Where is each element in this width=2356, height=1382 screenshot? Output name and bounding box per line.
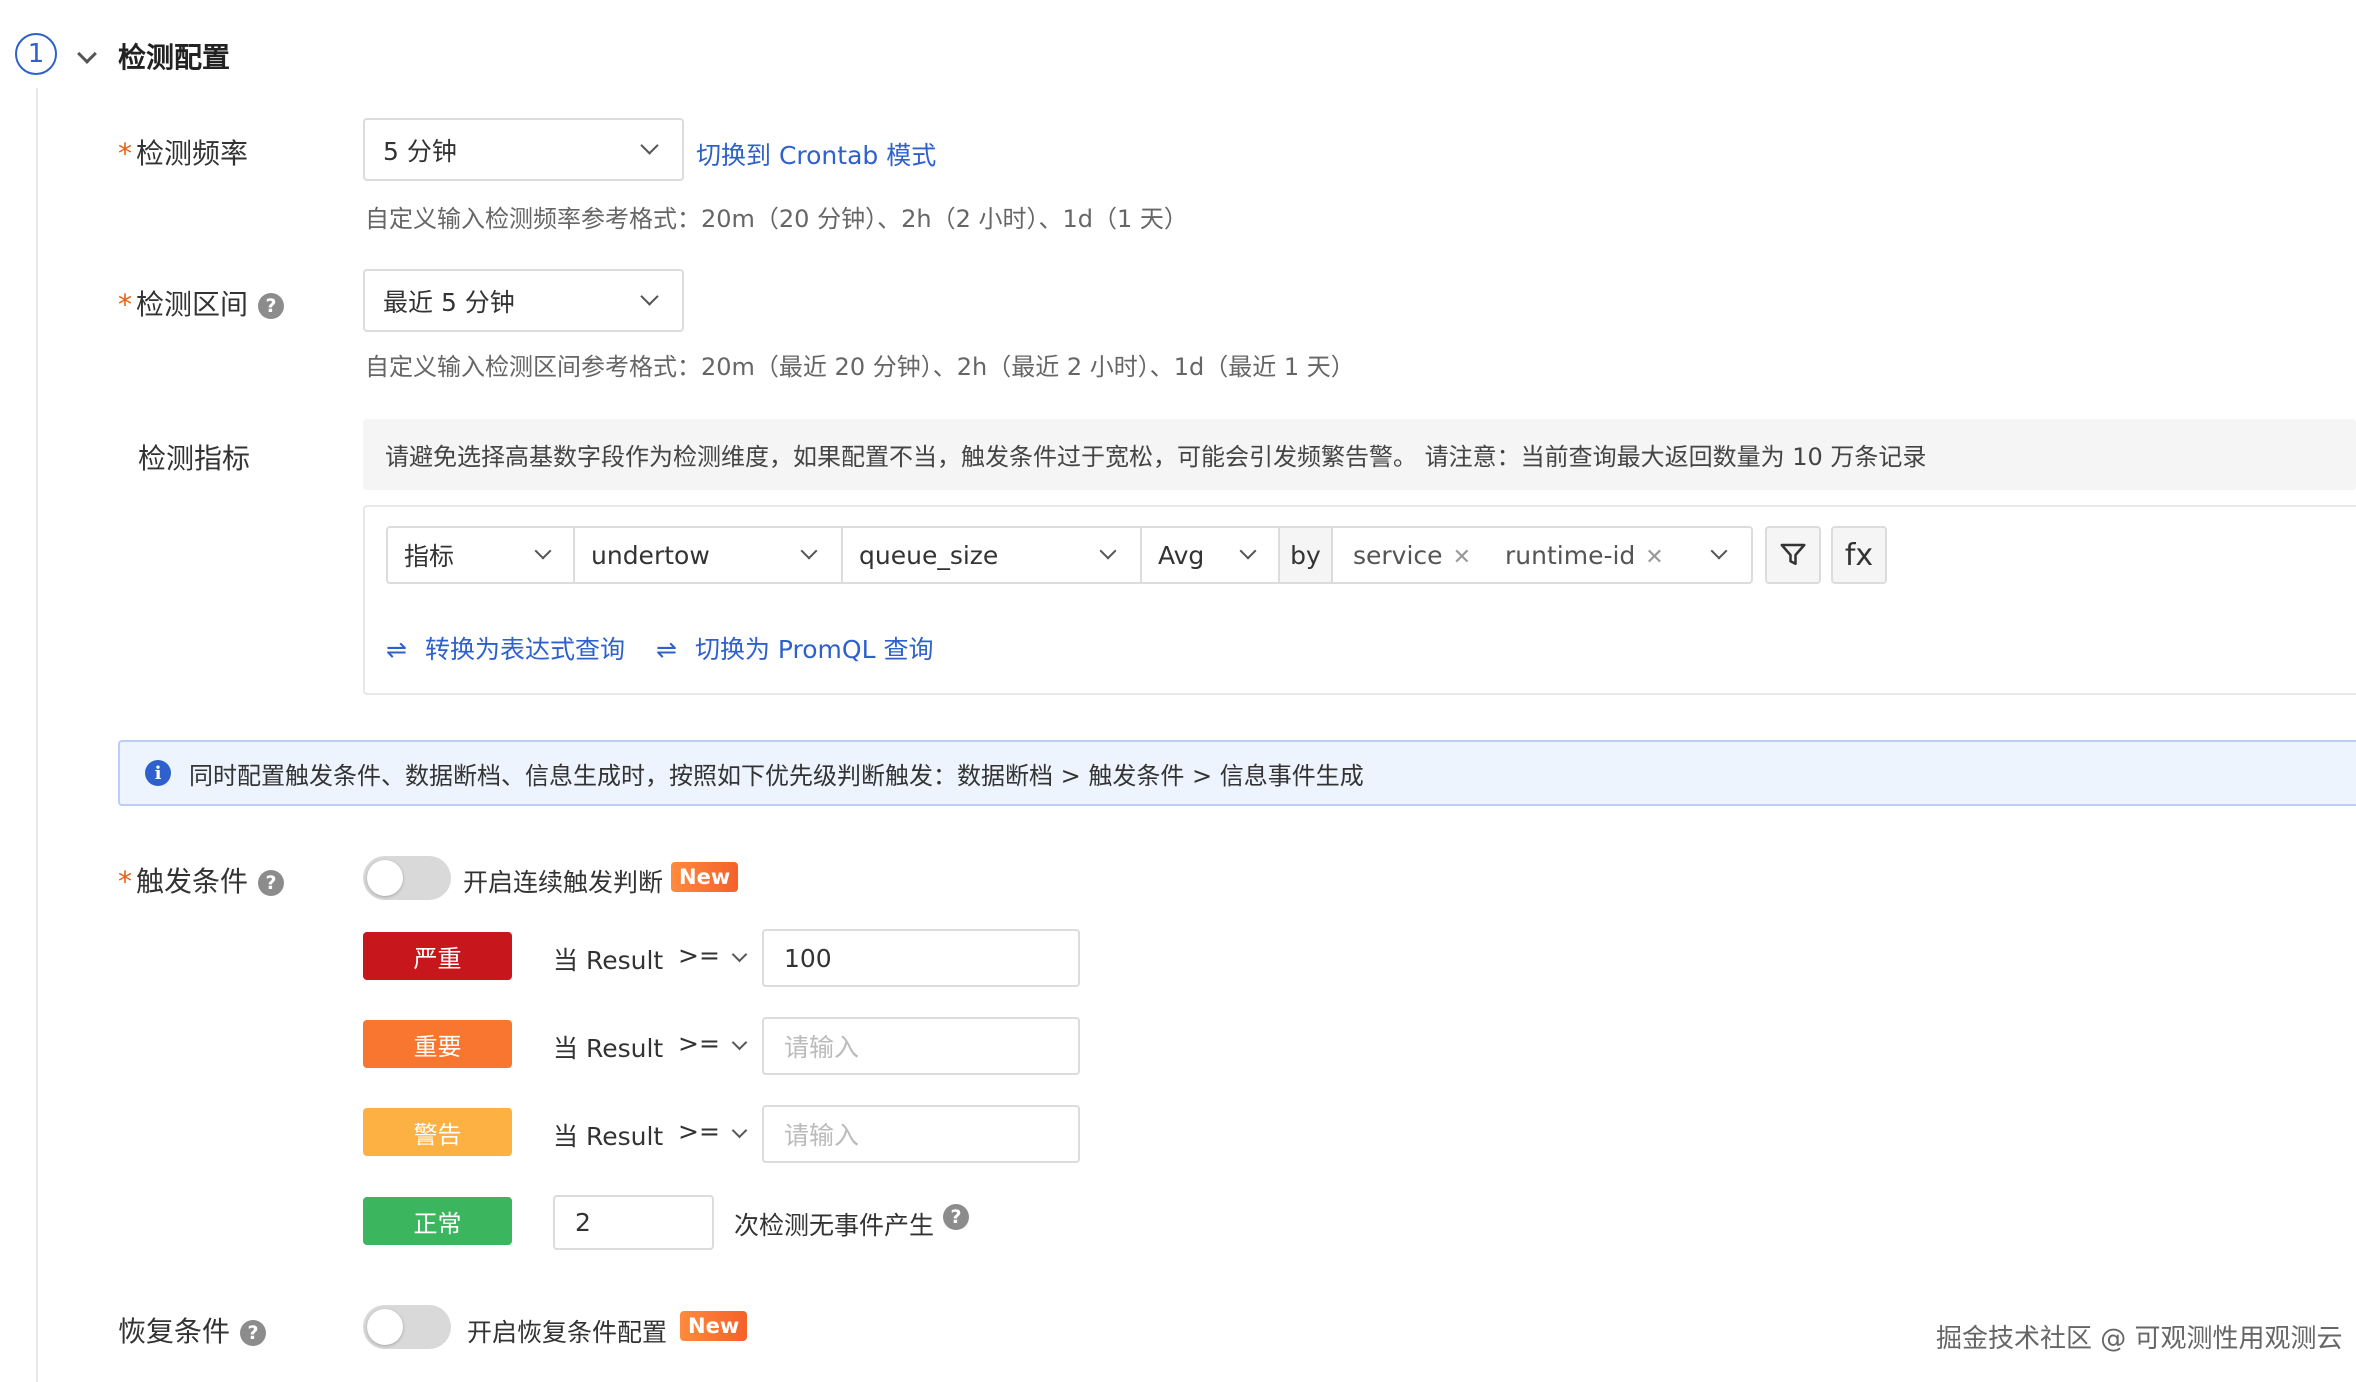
level-critical-input[interactable]: 100 bbox=[762, 929, 1080, 987]
frequency-select[interactable]: 5 分钟 bbox=[363, 118, 684, 181]
frequency-label: * 检测频率 bbox=[118, 137, 249, 170]
field-select[interactable]: queue_size bbox=[841, 526, 1142, 584]
interval-label: * 检测区间? bbox=[118, 283, 285, 323]
chevron-down-icon bbox=[731, 1122, 748, 1139]
filter-icon bbox=[1780, 543, 1806, 565]
function-button[interactable]: fx bbox=[1831, 526, 1887, 584]
chevron-down-icon bbox=[731, 946, 748, 963]
toggle-knob bbox=[367, 860, 403, 896]
chevron-down-icon bbox=[534, 542, 552, 560]
metric-notice: 请避免选择高基数字段作为检测维度，如果配置不当，触发条件过于宽松，可能会引发频繁… bbox=[363, 419, 2356, 490]
continuous-trigger-label: 开启连续触发判断 bbox=[463, 868, 664, 897]
group-tag-runtime-id[interactable]: runtime-id ✕ bbox=[1505, 541, 1664, 570]
required-mark: * bbox=[118, 288, 132, 321]
chevron-down-icon bbox=[640, 135, 659, 155]
required-mark: * bbox=[118, 865, 132, 898]
chevron-down-icon bbox=[1239, 542, 1257, 560]
level-important-condition: 当 Result bbox=[553, 1034, 664, 1063]
normal-count-text: 次检测无事件产生 bbox=[734, 1211, 935, 1240]
watermark: 掘金技术社区 @ 可观测性用观测云 bbox=[1936, 1324, 2343, 1354]
aggregation-select[interactable]: Avg bbox=[1140, 526, 1280, 584]
switch-promql-link[interactable]: ⇌ 切换为 PromQL 查询 bbox=[656, 630, 933, 666]
priority-info-bar: i 同时配置触发条件、数据断档、信息生成时，按照如下优先级判断触发：数据断档 >… bbox=[118, 740, 2356, 806]
by-label: by bbox=[1278, 526, 1333, 584]
section-title: 检测配置 bbox=[118, 41, 231, 74]
level-important-badge: 重要 bbox=[363, 1020, 512, 1068]
required-mark: * bbox=[118, 137, 132, 170]
level-important-operator[interactable]: >= bbox=[678, 1029, 748, 1058]
chevron-down-icon bbox=[800, 542, 818, 560]
swap-icon: ⇌ bbox=[656, 635, 677, 664]
help-icon[interactable]: ? bbox=[258, 293, 285, 319]
measurement-select[interactable]: undertow bbox=[573, 526, 843, 584]
frequency-hint: 自定义输入检测频率参考格式：20m（20 分钟）、2h（2 小时）、1d（1 天… bbox=[365, 205, 1188, 233]
collapse-chevron-icon[interactable] bbox=[77, 44, 97, 65]
level-critical-condition: 当 Result bbox=[553, 946, 664, 975]
close-icon[interactable]: ✕ bbox=[1453, 545, 1471, 570]
close-icon[interactable]: ✕ bbox=[1645, 545, 1663, 570]
continuous-trigger-toggle[interactable] bbox=[363, 856, 451, 900]
recovery-toggle-label: 开启恢复条件配置 bbox=[467, 1318, 668, 1347]
recovery-label: 恢复条件? bbox=[118, 1310, 267, 1350]
fx-icon: fx bbox=[1844, 537, 1874, 573]
help-icon[interactable]: ? bbox=[240, 1320, 267, 1346]
interval-hint: 自定义输入检测区间参考格式：20m（最近 20 分钟）、2h（最近 2 小时）、… bbox=[365, 353, 1355, 381]
chevron-down-icon bbox=[640, 286, 659, 306]
level-warning-badge: 警告 bbox=[363, 1108, 512, 1156]
step-line bbox=[36, 88, 38, 1382]
normal-count-input[interactable]: 2 bbox=[553, 1195, 714, 1250]
level-warning-condition: 当 Result bbox=[553, 1122, 664, 1151]
interval-value: 最近 5 分钟 bbox=[383, 287, 515, 317]
level-warning-operator[interactable]: >= bbox=[678, 1117, 748, 1146]
metric-type-select[interactable]: 指标 bbox=[386, 526, 575, 584]
trigger-label: * 触发条件? bbox=[118, 860, 285, 900]
frequency-value: 5 分钟 bbox=[383, 136, 457, 166]
level-important-input[interactable]: 请输入 bbox=[762, 1017, 1080, 1075]
help-icon[interactable]: ? bbox=[943, 1204, 969, 1230]
level-warning-input[interactable]: 请输入 bbox=[762, 1105, 1080, 1163]
interval-select[interactable]: 最近 5 分钟 bbox=[363, 269, 684, 332]
convert-expression-link[interactable]: ⇌ 转换为表达式查询 bbox=[386, 630, 625, 666]
level-normal-badge: 正常 bbox=[363, 1197, 512, 1245]
filter-button[interactable] bbox=[1765, 526, 1821, 584]
level-critical-badge: 严重 bbox=[363, 932, 512, 980]
swap-icon: ⇌ bbox=[386, 635, 407, 664]
info-icon: i bbox=[145, 760, 171, 786]
chevron-down-icon bbox=[1099, 542, 1117, 560]
recovery-toggle[interactable] bbox=[363, 1305, 451, 1349]
priority-info-text: 同时配置触发条件、数据断档、信息生成时，按照如下优先级判断触发：数据断档 > 触… bbox=[189, 761, 1364, 790]
new-badge: New bbox=[680, 1311, 748, 1341]
chevron-down-icon bbox=[1710, 542, 1728, 560]
chevron-down-icon bbox=[731, 1034, 748, 1051]
group-tag-service[interactable]: service ✕ bbox=[1353, 541, 1471, 570]
step-number: 1 bbox=[15, 33, 57, 75]
help-icon[interactable]: ? bbox=[258, 870, 285, 896]
toggle-knob bbox=[367, 1309, 403, 1345]
group-by-select[interactable]: service ✕ runtime-id ✕ bbox=[1331, 526, 1753, 584]
metric-label: 检测指标 bbox=[138, 442, 251, 475]
new-badge: New bbox=[671, 862, 739, 892]
switch-crontab-link[interactable]: 切换到 Crontab 模式 bbox=[696, 136, 936, 172]
level-critical-operator[interactable]: >= bbox=[678, 941, 748, 970]
